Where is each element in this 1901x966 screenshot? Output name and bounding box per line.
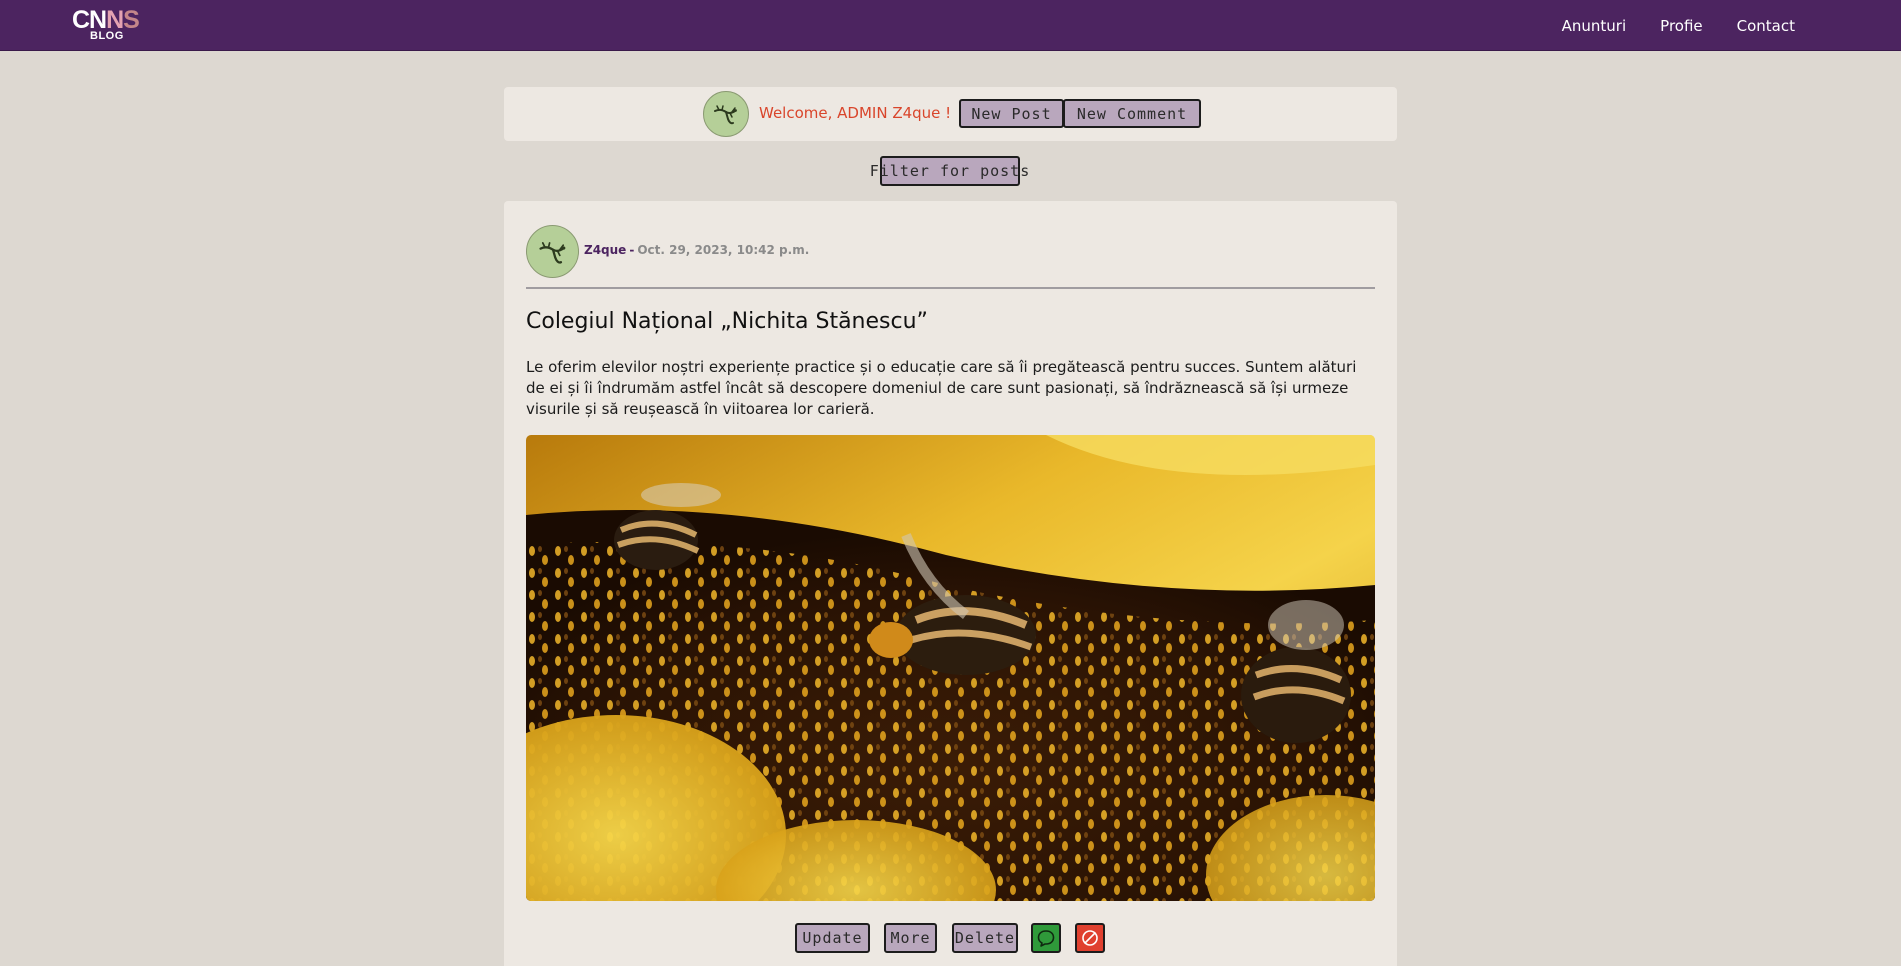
new-comment-button[interactable]: New Comment [1063,99,1201,128]
comment-bubble-icon [1037,930,1055,947]
welcome-bar: Welcome, ADMIN Z4que ! New Post New Comm… [504,87,1397,141]
gecko-icon [538,241,565,264]
delete-button[interactable]: Delete [952,923,1018,953]
ban-icon [1082,930,1098,946]
logo-subtitle: BLOG [90,30,124,42]
meta-separator: - [629,243,635,257]
avatar [703,91,749,137]
nav-link-anunturi[interactable]: Anunturi [1562,17,1627,35]
welcome-message: Welcome, ADMIN Z4que ! [759,104,952,122]
more-button[interactable]: More [884,923,937,953]
post-author[interactable]: Z4que [584,243,626,257]
post-author-avatar[interactable] [526,225,579,278]
navbar: CNNS BLOG Anunturi Profie Contact [0,0,1901,51]
post-image [526,435,1375,901]
bees-on-sunflower-photo [526,435,1375,901]
nav-links: Anunturi Profie Contact [1562,0,1795,51]
post-body: Le oferim elevilor noștri experiențe pra… [526,358,1357,418]
gecko-icon [714,105,737,125]
nav-link-contact[interactable]: Contact [1737,17,1795,35]
ban-button[interactable] [1075,923,1105,953]
site-logo[interactable]: CNNS BLOG [72,8,144,44]
post-title: Colegiul Național „Nichita Stănescu” [526,309,928,334]
nav-link-profie[interactable]: Profie [1660,17,1702,35]
post-date: Oct. 29, 2023, 10:42 p.m. [637,243,810,257]
post-divider [526,287,1375,289]
post-meta: Z4que - Oct. 29, 2023, 10:42 p.m. [584,243,809,257]
comment-button[interactable] [1031,923,1061,953]
update-button[interactable]: Update [795,923,870,953]
new-post-button[interactable]: New Post [959,99,1064,128]
filter-posts-button[interactable]: Filter for posts [870,156,1029,186]
post-card: Z4que - Oct. 29, 2023, 10:42 p.m. Colegiul… [504,201,1397,966]
post-actions: Update More Delete [504,923,1397,953]
